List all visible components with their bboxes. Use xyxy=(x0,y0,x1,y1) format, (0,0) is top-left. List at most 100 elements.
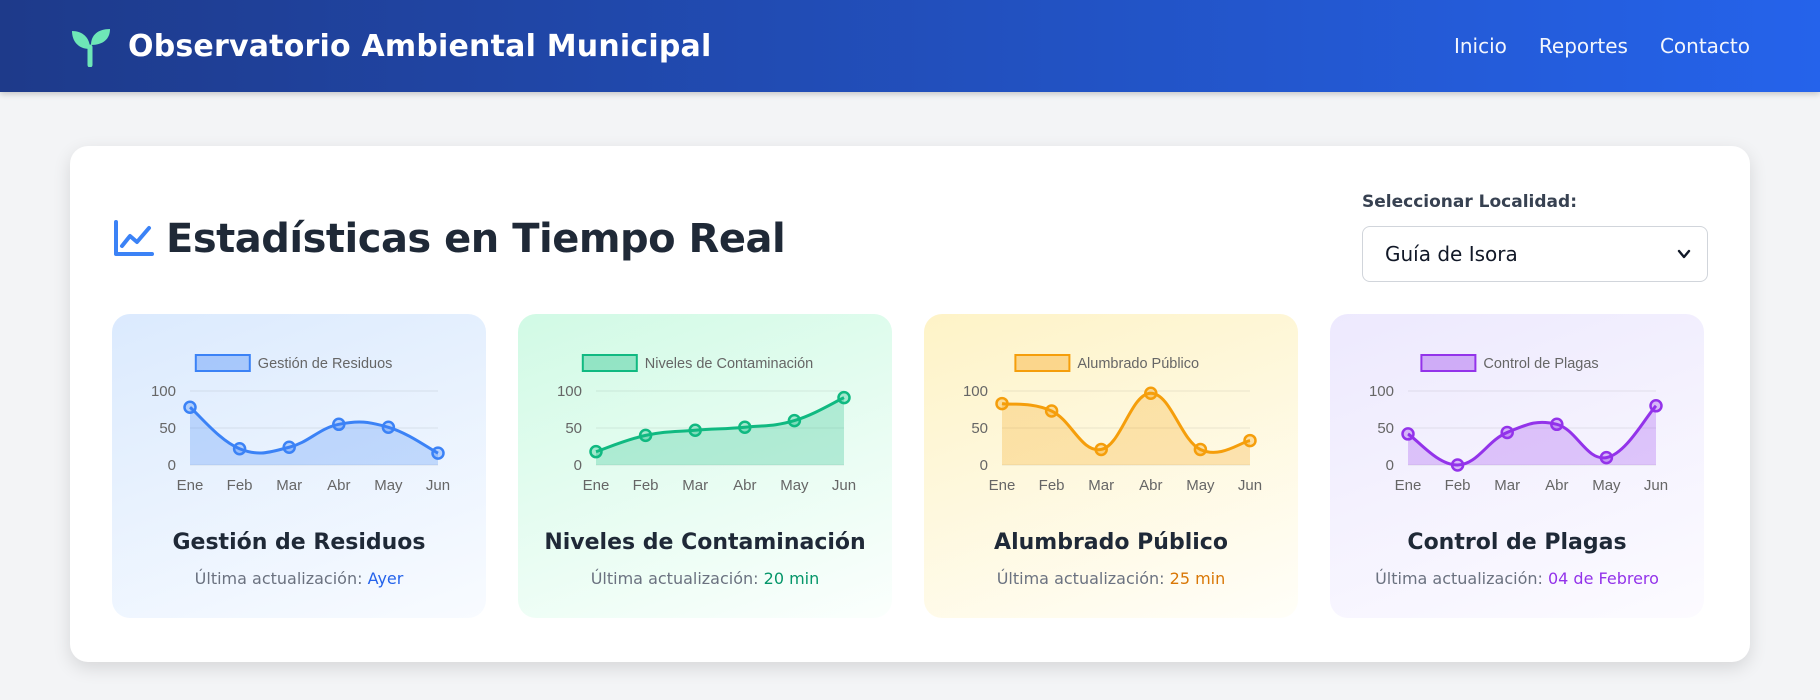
card-title: Control de Plagas xyxy=(1407,530,1627,555)
nav-link-reportes[interactable]: Reportes xyxy=(1539,34,1628,58)
legend-swatch xyxy=(1014,354,1071,372)
data-point xyxy=(589,444,603,459)
x-tick-label: Mar xyxy=(1494,477,1520,494)
data-point xyxy=(738,420,752,435)
legend-label: Control de Plagas xyxy=(1483,356,1598,372)
data-point xyxy=(1193,442,1208,457)
locality-label: Seleccionar Localidad: xyxy=(1362,192,1577,212)
updated-value: Ayer xyxy=(367,569,404,588)
card-alumbrado-publico[interactable]: Alumbrado Público 0 50 100 Ene Feb Mar Abr May Ju… xyxy=(924,314,1298,618)
card-updated: Última actualización: Ayer xyxy=(112,569,486,588)
navbar: Observatorio Ambiental Municipal Inicio … xyxy=(0,0,1820,92)
y-tick-label: 50 xyxy=(1377,420,1394,437)
data-point xyxy=(381,420,396,435)
y-tick-label: 50 xyxy=(159,420,176,437)
updated-label: Última actualización: xyxy=(590,569,764,588)
nav-link-contacto[interactable]: Contacto xyxy=(1660,34,1750,58)
y-tick-label: 50 xyxy=(971,420,988,437)
x-tick-label: May xyxy=(1592,477,1621,494)
x-tick-label: May xyxy=(1186,477,1215,494)
data-point xyxy=(282,440,296,454)
data-point xyxy=(995,396,1009,411)
y-tick-label: 0 xyxy=(980,457,988,474)
x-tick-label: Abr xyxy=(1545,477,1568,494)
data-point xyxy=(1500,425,1514,440)
x-tick-label: Mar xyxy=(682,477,708,494)
data-point xyxy=(431,446,445,460)
card-title: Niveles de Contaminación xyxy=(544,530,866,555)
card-gestion-residuos[interactable]: Gestión de Residuos 0 50 100 Ene Feb Mar Abr May… xyxy=(112,314,486,618)
x-tick-label: Abr xyxy=(1139,477,1162,494)
main-nav: Inicio Reportes Contacto xyxy=(1454,34,1750,58)
card-niveles-contaminacion[interactable]: Niveles de Contaminación 0 50 100 Ene Feb Mar A… xyxy=(518,314,892,618)
legend-swatch xyxy=(581,354,638,372)
updated-value: 25 min xyxy=(1169,569,1226,588)
chevron-down-icon xyxy=(1677,247,1691,261)
x-tick-label: Abr xyxy=(733,477,756,494)
locality-selected-value: Guía de Isora xyxy=(1385,242,1518,266)
chart-niveles-contaminacion: Niveles de Contaminación 0 50 100 Ene Feb Mar A… xyxy=(557,354,856,494)
data-point xyxy=(183,400,197,415)
x-tick-label: Feb xyxy=(1445,477,1471,494)
series-area xyxy=(1408,405,1656,466)
x-tick-label: Feb xyxy=(633,477,659,494)
seedling-icon xyxy=(70,25,112,67)
x-tick-label: May xyxy=(780,477,809,494)
y-tick-label: 100 xyxy=(963,383,988,400)
x-tick-label: Ene xyxy=(989,477,1016,494)
updated-value: 04 de Febrero xyxy=(1547,569,1659,588)
series-area xyxy=(596,397,844,465)
updated-label: Última actualización: xyxy=(1375,569,1548,588)
data-point xyxy=(787,413,802,428)
data-point xyxy=(1044,404,1059,418)
locality-selector: Seleccionar Localidad: Guía de Isora xyxy=(1362,192,1708,282)
x-tick-label: Ene xyxy=(177,477,204,494)
y-tick-label: 0 xyxy=(168,457,176,474)
card-updated: Última actualización: 25 min xyxy=(924,569,1298,588)
card-title: Alumbrado Público xyxy=(994,530,1228,555)
locality-select[interactable]: Guía de Isora xyxy=(1362,226,1708,282)
updated-label: Última actualización: xyxy=(194,569,368,588)
panel-header: Estadísticas en Tiempo Real xyxy=(112,216,786,262)
x-tick-label: Ene xyxy=(1395,477,1422,494)
card-updated: Última actualización: 20 min xyxy=(518,569,892,588)
data-point xyxy=(1094,442,1108,457)
stat-cards: Gestión de Residuos 0 50 100 Ene Feb Mar Abr May… xyxy=(112,314,1704,618)
updated-value: 20 min xyxy=(763,569,820,588)
chart-line-icon xyxy=(112,218,154,260)
x-tick-label: Jun xyxy=(832,477,856,494)
y-tick-label: 100 xyxy=(151,383,176,400)
x-tick-label: Mar xyxy=(1088,477,1114,494)
legend-label: Niveles de Contaminación xyxy=(645,356,813,372)
card-control-plagas[interactable]: Control de Plagas 0 50 100 Ene Feb Mar Abr May Ju… xyxy=(1330,314,1704,618)
y-tick-label: 100 xyxy=(557,383,582,400)
x-tick-label: Ene xyxy=(583,477,610,494)
card-updated: Última actualización: 04 de Febrero xyxy=(1330,569,1704,588)
data-point xyxy=(332,417,346,432)
page-title: Estadísticas en Tiempo Real xyxy=(166,216,786,262)
y-tick-label: 0 xyxy=(574,457,582,474)
nav-link-inicio[interactable]: Inicio xyxy=(1454,34,1507,58)
app-title: Observatorio Ambiental Municipal xyxy=(128,28,712,64)
card-title: Gestión de Residuos xyxy=(172,530,426,555)
legend-label: Alumbrado Público xyxy=(1077,356,1199,372)
x-tick-label: May xyxy=(374,477,403,494)
chart-alumbrado-publico: Alumbrado Público 0 50 100 Ene Feb Mar Abr May Ju… xyxy=(963,354,1262,494)
x-tick-label: Jun xyxy=(426,477,450,494)
legend-swatch xyxy=(194,354,251,372)
x-tick-label: Mar xyxy=(276,477,302,494)
x-tick-label: Jun xyxy=(1238,477,1262,494)
data-point xyxy=(232,441,247,456)
data-point xyxy=(1450,458,1465,472)
series-area xyxy=(1002,393,1250,465)
brand[interactable]: Observatorio Ambiental Municipal xyxy=(70,25,711,67)
data-point xyxy=(1243,433,1257,448)
y-tick-label: 50 xyxy=(565,420,582,437)
legend-label: Gestión de Residuos xyxy=(258,356,393,372)
x-tick-label: Feb xyxy=(1039,477,1065,494)
data-point xyxy=(837,390,851,405)
x-tick-label: Abr xyxy=(327,477,350,494)
statistics-panel: Estadísticas en Tiempo Real Seleccionar … xyxy=(70,146,1750,662)
y-tick-label: 0 xyxy=(1386,457,1394,474)
data-point xyxy=(688,423,702,437)
